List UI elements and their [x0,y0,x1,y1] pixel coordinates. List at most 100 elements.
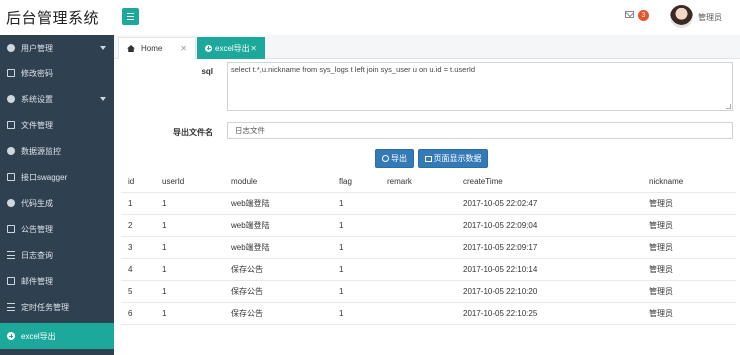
sidebar-item-datasource-monitor[interactable]: 数据源监控 [0,138,114,164]
table-cell: 1 [332,280,380,303]
avatar[interactable] [670,5,693,28]
table-cell: 管理员 [642,192,736,215]
table-cell [380,236,456,259]
plus-circle-icon [7,332,15,340]
sidebar-item-label: 接口swagger [21,172,68,182]
sidebar-item-jobs[interactable]: 定时任务管理 [0,294,114,320]
export-button-label: 导出 [391,154,407,163]
sidebar-item-label: 定时任务管理 [21,302,69,312]
sidebar-item-label: 用户管理 [21,43,53,53]
sidebar-item-system-settings[interactable]: 系统设置 [0,86,114,112]
column-header[interactable]: userId [155,172,224,193]
table-cell: 2017-10-05 22:10:14 [456,258,642,281]
sql-textarea[interactable]: select t.*,u.nickname from sys_logs t le… [227,62,733,111]
sidebar-item-logs[interactable]: 日志查询 [0,242,114,268]
file-icon [7,173,15,181]
filename-label: 导出文件名 [173,128,213,137]
envelope-icon [7,277,15,285]
column-header[interactable]: id [121,172,155,193]
table-cell: 管理员 [642,258,736,281]
sidebar-item-excel-export[interactable]: excel导出 [0,323,114,349]
table-cell [380,302,456,325]
table-cell: 1 [155,192,224,215]
table-row[interactable]: 2 1 web端登陆 1 2017-10-05 22:09:04 管理员 [121,214,736,237]
sidebar-item-files[interactable]: 文件管理 [0,112,114,138]
tasks-icon [7,303,15,311]
close-icon[interactable]: ✕ [250,44,257,53]
sidebar-item-codegen[interactable]: 代码生成 [0,190,114,216]
bullhorn-icon [7,225,15,233]
sidebar-item-mail[interactable]: 邮件管理 [0,268,114,294]
table-row[interactable]: 4 1 保存公告 1 2017-10-05 22:10:14 管理员 [121,258,736,281]
top-navbar: 后台管理系统 3 管理员 [0,0,740,35]
table-cell: 1 [332,258,380,281]
resize-handle-icon[interactable] [726,104,731,109]
menu-icon[interactable] [122,8,139,25]
tab-bar: Home ✕ excel导出 ✕ [114,35,740,59]
filename-input[interactable]: 日志文件 [227,122,733,139]
table-cell: 4 [121,258,155,281]
sidebar-item-label: 修改密码 [21,68,53,78]
username-label[interactable]: 管理员 [698,12,722,23]
sidebar-item-users[interactable]: 用户管理 [0,35,114,61]
table-cell: 2017-10-05 22:10:25 [456,302,642,325]
show-data-button[interactable]: 页面显示数据 [418,149,488,168]
table-cell: 1 [155,258,224,281]
folder-icon [7,121,15,129]
table-row[interactable]: 1 1 web端登陆 1 2017-10-05 22:02:47 管理员 [121,192,736,215]
table-cell: 6 [121,302,155,325]
edit-icon [7,69,15,77]
close-icon[interactable]: ✕ [180,44,187,53]
column-header[interactable]: remark [380,172,456,193]
tab-excel-export[interactable]: excel导出 ✕ [197,37,265,59]
table-cell: 管理员 [642,302,736,325]
table-cell: 1 [332,236,380,259]
table-cell: 1 [332,302,380,325]
table-cell: 管理员 [642,214,736,237]
home-icon [127,45,135,52]
table-cell [380,258,456,281]
table-cell: 5 [121,280,155,303]
table-cell: 2017-10-05 22:02:47 [456,192,642,215]
envelope-icon[interactable] [625,11,634,18]
table-cell: 管理员 [642,236,736,259]
table-cell: 1 [155,280,224,303]
table-cell: web端登陆 [224,236,332,259]
sidebar-item-label: 数据源监控 [21,146,61,156]
chevron-down-icon [100,46,106,50]
column-header[interactable]: nickname [642,172,736,193]
table-row[interactable]: 6 1 保存公告 1 2017-10-05 22:10:25 管理员 [121,302,736,325]
column-header[interactable]: module [224,172,332,193]
table-cell: 2 [121,214,155,237]
table-cell: 1 [332,214,380,237]
table-cell: web端登陆 [224,214,332,237]
sidebar-item-label: 公告管理 [21,224,53,234]
mail-count-badge: 3 [638,10,649,21]
export-button[interactable]: 导出 [375,149,414,168]
table-cell: 1 [155,214,224,237]
sidebar-item-change-password[interactable]: 修改密码 [0,60,114,86]
sidebar-item-swagger[interactable]: 接口swagger [0,164,114,190]
sql-label: sql [201,67,213,76]
table-cell: 保存公告 [224,258,332,281]
column-header[interactable]: createTime [456,172,642,193]
table-icon [424,155,432,162]
sidebar-item-label: 代码生成 [21,198,53,208]
sidebar-item-label: 文件管理 [21,120,53,130]
tab-home[interactable]: Home ✕ [118,37,196,59]
table-cell: 2017-10-05 22:09:17 [456,236,642,259]
table-cell: 保存公告 [224,280,332,303]
wrench-icon [7,199,15,207]
table-header-row: id userId module flag remark createTime … [121,172,736,193]
table-cell: web端登陆 [224,192,332,215]
table-row[interactable]: 5 1 保存公告 1 2017-10-05 22:10:20 管理员 [121,280,736,303]
column-header[interactable]: flag [332,172,380,193]
table-cell: 1 [332,192,380,215]
table-row[interactable]: 3 1 web端登陆 1 2017-10-05 22:09:17 管理员 [121,236,736,259]
download-icon [382,155,389,162]
sql-text: select t.*,u.nickname from sys_logs t le… [231,65,476,74]
app-title: 后台管理系统 [6,10,100,27]
sidebar-item-notices[interactable]: 公告管理 [0,216,114,242]
show-data-button-label: 页面显示数据 [433,154,482,163]
table-cell: 1 [155,302,224,325]
